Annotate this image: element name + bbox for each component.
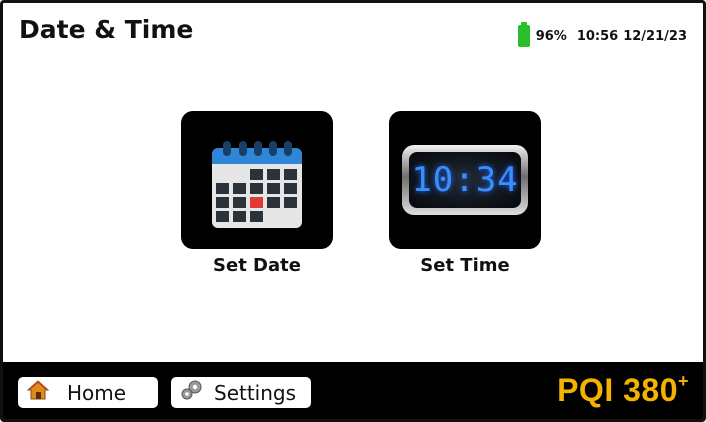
clock-display: 10:34 (409, 152, 521, 208)
clock-date: 12/21/23 (623, 28, 687, 44)
status-bar: 96% 10:56 12/21/23 (517, 22, 687, 47)
set-time-tile-icon[interactable]: 10:34 (389, 111, 541, 249)
home-label: Home (67, 380, 127, 405)
brand-name: PQI 380 (557, 372, 678, 408)
battery-level: 96% (535, 28, 567, 44)
clock-time: 10:56 (576, 28, 619, 44)
bottom-bar: Home Settings PQI 380+ (3, 362, 703, 419)
device-screen: Date & Time 96% 10:56 12/21/23 Set Date … (0, 0, 706, 422)
settings-label: Settings (214, 380, 297, 405)
set-date-button[interactable]: Set Date (181, 111, 333, 276)
settings-button[interactable]: Settings (171, 377, 311, 408)
calendar-icon (212, 141, 302, 228)
page-title: Date & Time (19, 15, 194, 44)
battery-icon (517, 22, 530, 47)
home-button[interactable]: Home (18, 377, 158, 408)
set-date-tile-icon[interactable] (181, 111, 333, 249)
set-date-label[interactable]: Set Date (181, 255, 333, 276)
set-time-button[interactable]: 10:34 Set Time (389, 111, 541, 276)
set-time-label[interactable]: Set Time (389, 255, 541, 276)
digital-clock-icon: 10:34 (402, 145, 528, 215)
brand-plus: + (677, 371, 689, 392)
brand-logo: PQI 380+ (557, 371, 689, 409)
home-icon (26, 380, 50, 405)
gears-icon (180, 379, 204, 406)
